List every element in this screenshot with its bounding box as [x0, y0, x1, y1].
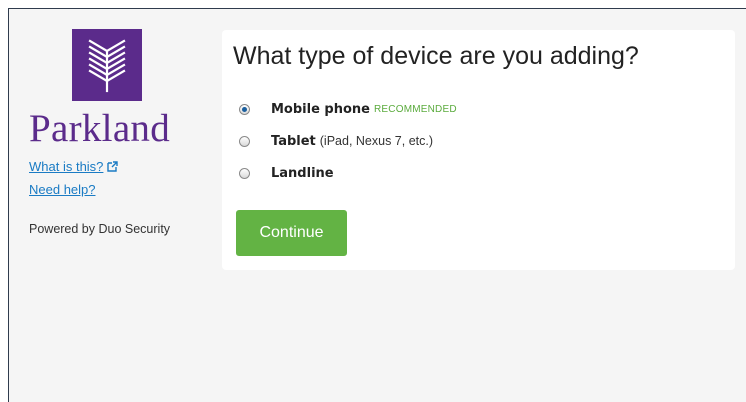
- page-title: What type of device are you adding?: [233, 42, 639, 70]
- radio-mobile-phone[interactable]: [239, 103, 250, 115]
- need-help-link[interactable]: Need help?: [29, 182, 96, 197]
- option-extra: (iPad, Nexus 7, etc.): [319, 134, 434, 148]
- external-link-icon: [107, 160, 119, 175]
- radio-tablet[interactable]: [239, 135, 250, 147]
- recommended-badge: RECOMMENDED: [374, 103, 457, 115]
- what-is-this-link[interactable]: What is this?: [29, 159, 119, 175]
- option-tablet[interactable]: Tablet (iPad, Nexus 7, etc.): [239, 132, 433, 150]
- powered-by-text: Powered by Duo Security: [29, 222, 171, 236]
- radio-landline[interactable]: [239, 167, 250, 179]
- duo-frame: Parkland What is this? Need help? Powere…: [8, 8, 746, 402]
- option-label: Landline: [271, 165, 334, 181]
- option-landline[interactable]: Landline: [239, 164, 334, 182]
- brand-name: Parkland: [29, 107, 171, 150]
- option-label: Mobile phone: [271, 101, 370, 117]
- continue-button[interactable]: Continue: [236, 210, 347, 256]
- parkland-logo-icon: [72, 29, 142, 101]
- what-is-this-label: What is this?: [29, 159, 104, 174]
- option-label: Tablet: [271, 133, 316, 149]
- device-type-card: What type of device are you adding? Mobi…: [222, 30, 735, 270]
- option-mobile-phone[interactable]: Mobile phone RECOMMENDED: [239, 100, 457, 118]
